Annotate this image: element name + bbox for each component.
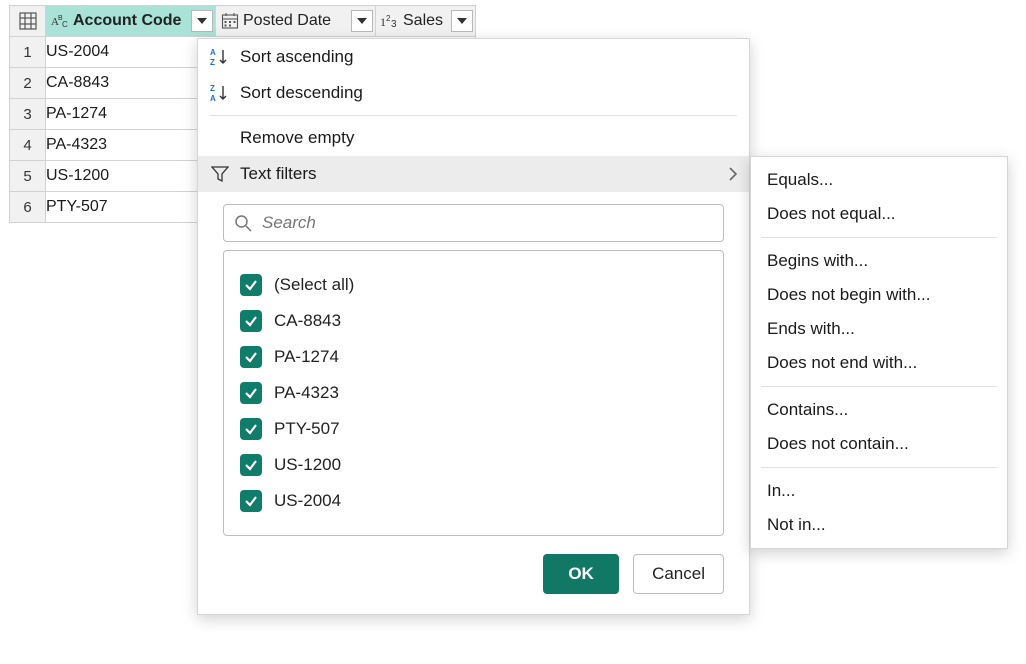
date-type-icon [219, 12, 241, 30]
checkbox-label: PA-4323 [274, 383, 339, 403]
checkbox-checked-icon [240, 418, 262, 440]
svg-text:A: A [210, 48, 216, 57]
ok-button[interactable]: OK [543, 554, 619, 594]
checkbox-checked-icon [240, 454, 262, 476]
menu-label: Sort ascending [240, 47, 737, 67]
filter-contains-item[interactable]: Contains... [751, 393, 1007, 427]
cancel-button[interactable]: Cancel [633, 554, 724, 594]
column-filter-button[interactable] [451, 10, 473, 32]
filter-does-not-contain-item[interactable]: Does not contain... [751, 427, 1007, 461]
chevron-down-icon [197, 18, 207, 24]
column-filter-button[interactable] [351, 10, 373, 32]
row-number: 3 [10, 99, 46, 130]
checkbox-checked-icon [240, 382, 262, 404]
select-all-item[interactable]: (Select all) [240, 267, 707, 303]
row-number: 2 [10, 68, 46, 99]
filter-value-item[interactable]: US-2004 [240, 483, 707, 519]
filter-does-not-equal-item[interactable]: Does not equal... [751, 197, 1007, 231]
sort-descending-icon: ZA [210, 83, 230, 103]
checkbox-label: PTY-507 [274, 419, 340, 439]
filter-search-box[interactable] [223, 204, 724, 242]
filter-value-item[interactable]: CA-8843 [240, 303, 707, 339]
search-icon [234, 214, 252, 232]
row-number: 1 [10, 37, 46, 68]
column-header-posted-date[interactable]: Posted Date [216, 6, 376, 37]
svg-text:C: C [62, 20, 68, 29]
search-input[interactable] [260, 212, 713, 234]
filter-value-item[interactable]: PA-1274 [240, 339, 707, 375]
column-label: Account Code [73, 12, 189, 30]
chevron-down-icon [357, 18, 367, 24]
checkbox-checked-icon [240, 310, 262, 332]
column-header-account-code[interactable]: ABC Account Code [46, 6, 216, 37]
svg-text:Z: Z [210, 84, 215, 93]
table-corner-button[interactable] [10, 6, 46, 37]
checkbox-checked-icon [240, 490, 262, 512]
menu-separator [761, 467, 997, 468]
column-label: Sales [403, 12, 449, 30]
text-filters-item[interactable]: Text filters [198, 156, 749, 192]
filter-equals-item[interactable]: Equals... [751, 163, 1007, 197]
filter-value-item[interactable]: US-1200 [240, 447, 707, 483]
menu-label: Text filters [240, 164, 719, 184]
svg-text:A: A [210, 94, 216, 103]
row-number: 4 [10, 130, 46, 161]
row-number: 5 [10, 161, 46, 192]
checkbox-checked-icon [240, 274, 262, 296]
svg-text:Z: Z [210, 58, 215, 67]
sort-ascending-item[interactable]: AZ Sort ascending [198, 39, 749, 75]
filter-does-not-begin-with-item[interactable]: Does not begin with... [751, 278, 1007, 312]
number-type-icon: 123 [379, 12, 401, 30]
filter-icon [210, 165, 230, 183]
table-icon [19, 12, 37, 30]
svg-text:3: 3 [391, 19, 397, 30]
checkbox-label: PA-1274 [274, 347, 339, 367]
checkbox-checked-icon [240, 346, 262, 368]
filter-not-in-item[interactable]: Not in... [751, 508, 1007, 542]
column-filter-dropdown: AZ Sort ascending ZA Sort descending Rem… [197, 38, 750, 615]
chevron-right-icon [729, 167, 737, 181]
chevron-down-icon [457, 18, 467, 24]
remove-empty-item[interactable]: Remove empty [198, 120, 749, 156]
checkbox-label: CA-8843 [274, 311, 341, 331]
sort-ascending-icon: AZ [210, 47, 230, 67]
menu-separator [761, 386, 997, 387]
filter-in-item[interactable]: In... [751, 474, 1007, 508]
filter-value-item[interactable]: PTY-507 [240, 411, 707, 447]
column-filter-button[interactable] [191, 10, 213, 32]
checkbox-label: US-2004 [274, 491, 341, 511]
filter-does-not-end-with-item[interactable]: Does not end with... [751, 346, 1007, 380]
sort-descending-item[interactable]: ZA Sort descending [198, 75, 749, 111]
checkbox-label: US-1200 [274, 455, 341, 475]
menu-label: Sort descending [240, 83, 737, 103]
text-type-icon: ABC [49, 12, 71, 30]
menu-separator [210, 115, 737, 116]
text-filters-submenu: Equals... Does not equal... Begins with.… [750, 156, 1008, 549]
column-label: Posted Date [243, 12, 349, 30]
menu-separator [761, 237, 997, 238]
filter-ends-with-item[interactable]: Ends with... [751, 312, 1007, 346]
filter-values-list: (Select all) CA-8843 PA-1274 PA-4323 PTY… [223, 250, 724, 536]
filter-value-item[interactable]: PA-4323 [240, 375, 707, 411]
filter-begins-with-item[interactable]: Begins with... [751, 244, 1007, 278]
row-number: 6 [10, 192, 46, 223]
checkbox-label: (Select all) [274, 275, 354, 295]
menu-label: Remove empty [240, 128, 737, 148]
column-header-sales[interactable]: 123 Sales [376, 6, 476, 37]
